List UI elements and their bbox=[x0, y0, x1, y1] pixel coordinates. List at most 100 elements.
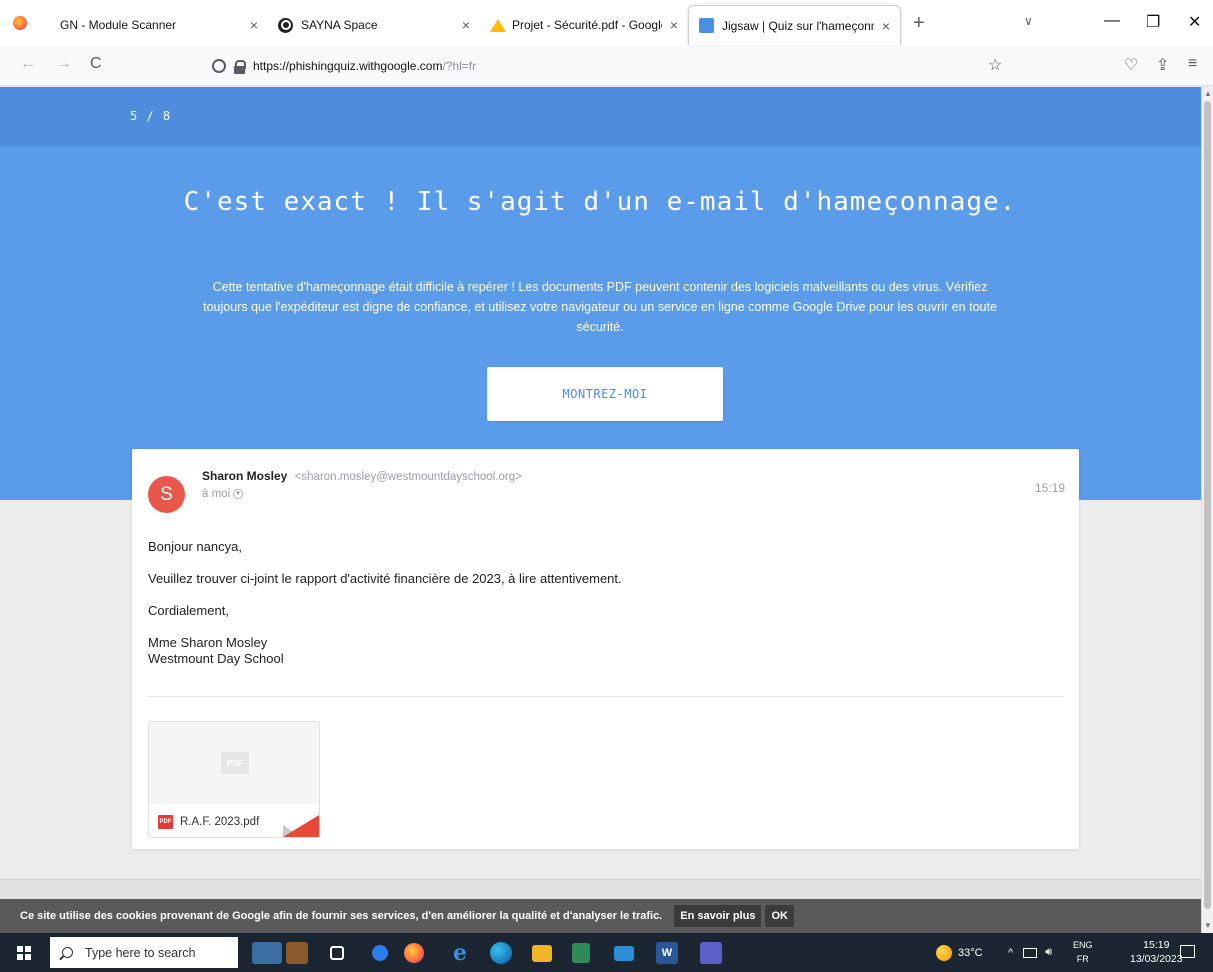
internet-explorer-icon[interactable]: e bbox=[449, 940, 471, 966]
lock-icon[interactable] bbox=[234, 59, 246, 74]
restore-icon[interactable]: ❐ bbox=[1146, 12, 1160, 32]
google-drive-icon bbox=[490, 18, 506, 32]
scrollbar-thumb[interactable] bbox=[1204, 101, 1211, 909]
notifications-icon[interactable] bbox=[1180, 945, 1195, 958]
scroll-down-icon[interactable]: ▼ bbox=[1204, 921, 1212, 930]
sender-name: Sharon Mosley bbox=[202, 469, 288, 483]
language-bottom: FR bbox=[1076, 954, 1089, 964]
windows-taskbar: Type here to search e W 33°C ^ 🔊︎ ENG FR… bbox=[0, 933, 1213, 972]
clock-date: 13/03/2023 bbox=[1130, 953, 1183, 965]
email-greeting: Bonjour nancya, bbox=[148, 539, 242, 554]
email-card: S Sharon Mosley <sharon.mosley@westmount… bbox=[132, 449, 1079, 849]
menu-icon[interactable]: ≡ bbox=[1188, 55, 1197, 73]
new-tab-button[interactable]: + bbox=[913, 12, 925, 35]
jigsaw-favicon-icon bbox=[699, 18, 714, 33]
close-tab-icon[interactable]: × bbox=[250, 17, 258, 33]
file-explorer-icon[interactable] bbox=[532, 945, 552, 962]
edge-icon[interactable] bbox=[490, 942, 512, 964]
tracking-protection-icon[interactable] bbox=[212, 59, 226, 73]
briefcase-icon[interactable] bbox=[286, 942, 308, 964]
weather-icon bbox=[936, 944, 952, 961]
tab-jigsaw-quiz[interactable]: Jigsaw | Quiz sur l'hameçonnage × bbox=[688, 5, 901, 45]
url-text[interactable]: https://phishingquiz.withgoogle.com/?hl=… bbox=[253, 59, 476, 73]
signature-org: Westmount Day School bbox=[148, 651, 284, 666]
show-hidden-icons-icon[interactable]: ^ bbox=[1008, 947, 1013, 959]
windows-start-icon[interactable] bbox=[17, 946, 31, 960]
sender-email: <sharon.mosley@westmountdayschool.org> bbox=[294, 471, 522, 483]
tab-title: SAYNA Space bbox=[301, 18, 378, 32]
minimize-icon[interactable]: — bbox=[1104, 12, 1120, 30]
close-tab-icon[interactable]: × bbox=[670, 17, 678, 33]
taskbar-clock[interactable]: 15:19 13/03/2023 bbox=[1130, 938, 1183, 966]
learn-more-button[interactable]: En savoir plus bbox=[674, 905, 762, 927]
temperature: 33°C bbox=[958, 946, 983, 959]
avatar: S bbox=[148, 476, 185, 513]
word-icon[interactable]: W bbox=[656, 942, 678, 964]
search-icon bbox=[62, 947, 73, 958]
store-icon[interactable] bbox=[572, 943, 590, 963]
task-view-app-icon[interactable] bbox=[252, 942, 282, 964]
result-banner: C'est exact ! Il s'agit d'un e-mail d'ha… bbox=[0, 147, 1201, 500]
teams-icon[interactable] bbox=[700, 942, 722, 964]
result-title: C'est exact ! Il s'agit d'un e-mail d'ha… bbox=[183, 187, 1017, 217]
system-tray: ^ 🔊︎ bbox=[1008, 933, 1052, 972]
search-placeholder: Type here to search bbox=[85, 945, 196, 960]
reload-icon[interactable]: C bbox=[90, 55, 102, 73]
volume-icon[interactable]: 🔊︎ bbox=[1045, 946, 1052, 959]
firefox-taskbar-icon[interactable] bbox=[404, 943, 424, 963]
weather-widget[interactable]: 33°C bbox=[936, 933, 983, 972]
divider bbox=[148, 696, 1064, 697]
close-tab-icon[interactable]: × bbox=[462, 17, 470, 33]
pdf-corner-icon bbox=[283, 815, 319, 837]
attachment-preview: PDF bbox=[149, 722, 319, 804]
signature-name: Mme Sharon Mosley bbox=[148, 635, 268, 650]
quiz-progress-bar: 5 / 8 bbox=[0, 87, 1201, 147]
language-top: ENG bbox=[1073, 940, 1093, 950]
question-counter: 5 / 8 bbox=[130, 109, 172, 123]
scroll-up-icon[interactable]: ▲ bbox=[1204, 89, 1212, 98]
email-closing: Cordialement, bbox=[148, 603, 229, 618]
url-bar[interactable]: https://phishingquiz.withgoogle.com/?hl=… bbox=[212, 51, 1012, 81]
network-icon[interactable] bbox=[1023, 947, 1038, 958]
extensions-icon[interactable]: ⇪ bbox=[1156, 55, 1169, 75]
browser-tab-strip: GN - Module Scanner × SAYNA Space × Proj… bbox=[0, 0, 1213, 46]
email-body: Bonjour nancya, Veuillez trouver ci-join… bbox=[148, 539, 1048, 667]
tab-title: GN - Module Scanner bbox=[60, 18, 177, 32]
language-indicator[interactable]: ENG FR bbox=[1073, 938, 1093, 966]
list-tabs-icon[interactable]: ∨ bbox=[1024, 14, 1033, 28]
bookmark-star-icon[interactable]: ☆ bbox=[988, 55, 1002, 75]
pocket-icon[interactable]: ♡ bbox=[1124, 55, 1138, 75]
pdf-attachment[interactable]: PDF PDF R.A.F. 2023.pdf bbox=[148, 721, 320, 838]
tab-sayna-space[interactable]: SAYNA Space × bbox=[268, 5, 480, 45]
forward-icon[interactable]: → bbox=[56, 55, 72, 73]
tab-gn-module-scanner[interactable]: GN - Module Scanner × bbox=[40, 5, 268, 45]
chevron-down-icon[interactable]: ▼ bbox=[233, 489, 244, 499]
tab-title: Projet - Sécurité.pdf - Google D bbox=[512, 18, 662, 32]
email-message: Veuillez trouver ci-joint le rapport d'a… bbox=[148, 571, 622, 586]
app-icon[interactable] bbox=[372, 945, 388, 961]
email-time: 15:19 bbox=[1034, 481, 1065, 495]
navigation-toolbar: ← → C https://phishingquiz.withgoogle.co… bbox=[0, 46, 1213, 86]
attachment-name: R.A.F. 2023.pdf bbox=[180, 815, 260, 828]
back-icon[interactable]: ← bbox=[20, 55, 36, 73]
sayna-favicon-icon bbox=[278, 17, 293, 33]
cookie-notice: Ce site utilise des cookies provenant de… bbox=[0, 899, 1201, 933]
recipient-label: à moi bbox=[202, 488, 231, 500]
mail-icon[interactable] bbox=[614, 946, 634, 961]
sender-line: Sharon Mosley <sharon.mosley@westmountda… bbox=[202, 469, 522, 483]
web-page: 5 / 8 C'est exact ! Il s'agit d'un e-mai… bbox=[0, 87, 1201, 899]
pdf-preview-icon: PDF bbox=[221, 752, 249, 774]
pdf-icon: PDF bbox=[158, 814, 173, 829]
result-explanation: Cette tentative d'hameçonnage était diff… bbox=[203, 280, 997, 334]
show-me-button[interactable]: MONTREZ-MOI bbox=[487, 367, 723, 421]
clock-time: 15:19 bbox=[1143, 939, 1170, 951]
tab-projet-securite[interactable]: Projet - Sécurité.pdf - Google D × bbox=[480, 5, 688, 45]
page-scrollbar[interactable]: ▲ ▼ bbox=[1201, 87, 1213, 933]
cookie-ok-button[interactable]: OK bbox=[765, 905, 794, 927]
taskbar-search[interactable]: Type here to search bbox=[50, 937, 238, 968]
close-window-icon[interactable]: ✕ bbox=[1188, 12, 1201, 32]
firefox-icon[interactable] bbox=[0, 0, 40, 46]
page-footer bbox=[0, 879, 1201, 899]
close-tab-icon[interactable]: × bbox=[882, 18, 890, 34]
task-view-icon[interactable] bbox=[330, 946, 344, 960]
